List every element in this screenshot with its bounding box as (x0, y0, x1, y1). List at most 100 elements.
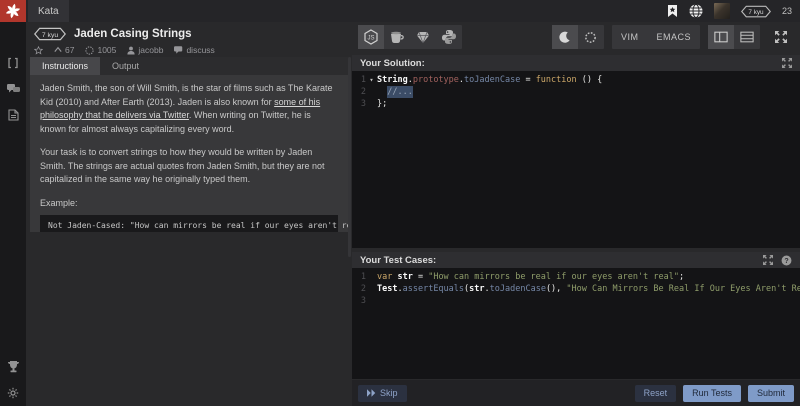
fullscreen-button[interactable] (768, 25, 794, 49)
codewars-logo[interactable] (0, 0, 26, 22)
description-paragraph-1: Jaden Smith, the son of Will Smith, is t… (40, 82, 338, 136)
user-avatar[interactable] (714, 3, 730, 19)
code-token: toJadenCase (464, 74, 520, 86)
tests-help-icon[interactable]: ? (781, 255, 792, 266)
line-number: 3 (352, 295, 366, 307)
kata-info-panel: 7 kyu Jaden Casing Strings 67 (26, 22, 352, 406)
star-kata-button[interactable] (34, 46, 43, 55)
fold-gutter (366, 295, 377, 307)
code-token: Test (377, 283, 397, 295)
fold-marker-icon[interactable]: ▾ (366, 74, 377, 86)
lang-ruby-button[interactable] (410, 25, 436, 49)
submit-button[interactable]: Submit (748, 385, 794, 402)
left-panel-scrollbar[interactable] (348, 57, 351, 257)
kata-title: Jaden Casing Strings (74, 28, 192, 40)
code-token: str (469, 283, 484, 295)
skip-button[interactable]: Skip (358, 385, 407, 402)
author-link[interactable]: jacobb (127, 45, 163, 55)
honor-count: 23 (782, 6, 792, 16)
tab-instructions[interactable]: Instructions (30, 57, 100, 75)
tab-output-label: Output (112, 61, 139, 71)
lang-python-button[interactable] (436, 25, 462, 49)
code-line: 2 //... (352, 86, 800, 98)
tab-output[interactable]: Output (100, 57, 151, 75)
reset-button[interactable]: Reset (635, 385, 677, 402)
fold-gutter (366, 271, 377, 283)
nav-kata-tab[interactable]: Kata (28, 0, 69, 22)
leaderboard-trophy-icon[interactable] (0, 356, 26, 378)
code-token: String (377, 74, 408, 86)
codewars-swirl-icon (4, 2, 22, 20)
code-token: assertEquals (403, 283, 464, 295)
reset-label: Reset (644, 388, 668, 398)
code-line: 3 (352, 295, 800, 307)
tests-expand-icon[interactable] (763, 255, 773, 265)
kata-brackets-icon[interactable] (0, 52, 26, 74)
solution-header: Your Solution: (352, 55, 800, 71)
code-line: 3 }; (352, 98, 800, 110)
run-tests-button[interactable]: Run Tests (683, 385, 741, 402)
bookmark-icon[interactable] (667, 5, 678, 18)
fold-gutter (366, 86, 377, 98)
docs-icon[interactable] (0, 104, 26, 126)
solution-title: Your Solution: (360, 58, 782, 69)
workspace-toolbar: JS (352, 22, 800, 52)
discussions-icon[interactable] (0, 78, 26, 100)
settings-gear-icon[interactable] (0, 382, 26, 404)
layout-rows-button[interactable] (734, 25, 760, 49)
line-number: 2 (352, 283, 366, 295)
vim-mode-button[interactable]: VIM (612, 25, 648, 49)
keybinding-group: VIM EMACS (612, 25, 700, 49)
test-cases-editor[interactable]: 1 var str = "How can mirrors be real if … (352, 268, 800, 379)
submit-label: Submit (757, 388, 785, 398)
code-token: var (377, 271, 392, 283)
code-token: "How can mirrors be real if our eyes are… (428, 271, 679, 283)
line-number: 1 (352, 271, 366, 283)
line-number: 3 (352, 98, 366, 110)
person-icon (127, 46, 135, 55)
code-token: //... (387, 86, 413, 98)
test-cases-title: Your Test Cases: (360, 255, 763, 266)
completed-value: 1005 (97, 45, 116, 55)
emacs-mode-button[interactable]: EMACS (647, 25, 700, 49)
line-number: 1 (352, 74, 366, 86)
layout-columns-icon (714, 31, 728, 43)
solution-expand-icon[interactable] (782, 58, 792, 68)
editor-options-button[interactable] (578, 25, 604, 49)
layout-rows-icon (740, 31, 754, 43)
dark-theme-button[interactable] (552, 25, 578, 49)
top-bar: Kata 7 kyu (26, 0, 800, 23)
description-paragraph-2: Your task is to convert strings to how t… (40, 146, 338, 187)
code-token: toJadenCase (490, 283, 546, 295)
lang-coffeescript-button[interactable] (384, 25, 410, 49)
code-line: 1 var str = "How can mirrors be real if … (352, 271, 800, 283)
user-rank-badge: 7 kyu (741, 5, 771, 18)
satisfaction-value: 67 (65, 45, 74, 55)
satisfaction-stat[interactable]: 67 (54, 45, 74, 55)
discuss-link[interactable]: discuss (174, 45, 214, 55)
author-name: jacobb (138, 45, 163, 55)
solution-editor[interactable]: 1▾String.prototype.toJadenCase = functio… (352, 71, 800, 248)
moon-icon (558, 31, 571, 44)
topbar-right-cluster: 7 kyu 23 (667, 0, 792, 22)
code-token: = (520, 74, 535, 86)
codewars-kata-page: Kata 7 kyu (0, 0, 800, 406)
caret-up-icon (54, 46, 62, 54)
globe-icon[interactable] (689, 4, 703, 18)
completed-stat[interactable]: 1005 (85, 45, 116, 55)
layout-columns-button[interactable] (708, 25, 734, 49)
completions-icon (85, 46, 94, 55)
instructions-card: Instructions Output Jaden Smith, the son… (30, 57, 348, 232)
theme-group (552, 25, 604, 49)
lang-javascript-button[interactable]: JS (358, 25, 384, 49)
editor-settings-cluster: VIM EMACS (552, 25, 794, 49)
action-bar: Skip Reset Run Tests Submit (352, 380, 800, 406)
fold-gutter (366, 98, 377, 110)
run-tests-label: Run Tests (692, 388, 732, 398)
discuss-label: discuss (186, 45, 214, 55)
coffee-cup-icon (390, 31, 405, 44)
code-token (377, 86, 387, 98)
kata-stats: 67 1005 jacobb (34, 45, 344, 55)
instructions-tabbar: Instructions Output (30, 57, 348, 75)
code-token: }; (377, 98, 387, 110)
